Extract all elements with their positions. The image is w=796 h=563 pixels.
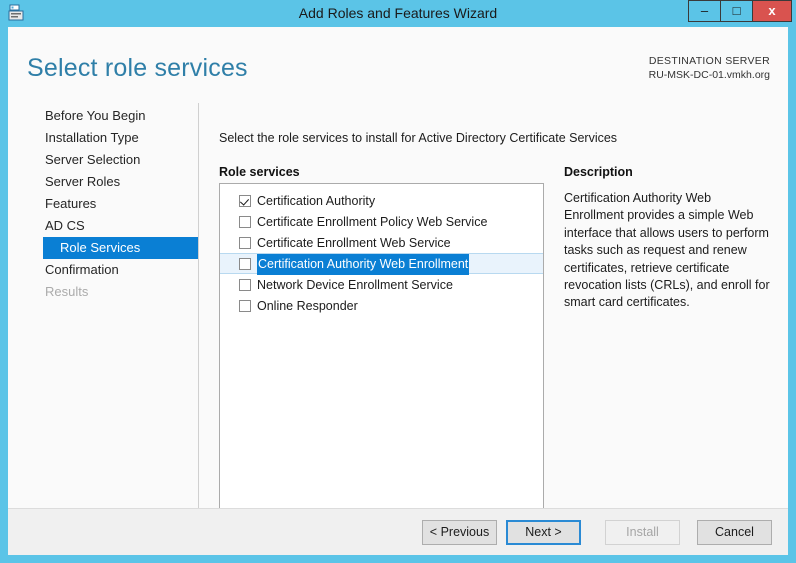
cancel-button[interactable]: Cancel (697, 520, 772, 545)
next-button[interactable]: Next > (506, 520, 581, 545)
role-services-label: Role services (219, 165, 300, 179)
sidebar-item-role-services[interactable]: Role Services (43, 237, 198, 259)
close-button[interactable]: x (752, 0, 792, 22)
list-item[interactable]: Certification Authority (220, 190, 543, 211)
list-item-label: Certificate Enrollment Policy Web Servic… (257, 215, 488, 229)
checkbox-icon[interactable] (239, 279, 251, 291)
list-item-label: Certification Authority Web Enrollment (257, 254, 470, 275)
wizard-nav-list: Before You Begin Installation Type Serve… (8, 105, 198, 303)
previous-button[interactable]: < Previous (422, 520, 497, 545)
description-body: Certification Authority Web Enrollment p… (564, 191, 770, 310)
list-item[interactable]: Online Responder (220, 295, 543, 316)
list-item-label: Online Responder (257, 299, 358, 313)
window-title: Add Roles and Features Wizard (298, 5, 498, 21)
maximize-button[interactable]: □ (720, 0, 753, 22)
checkbox-icon[interactable] (239, 300, 251, 312)
destination-server-label: DESTINATION SERVER (648, 55, 770, 67)
list-item-label: Certification Authority (257, 194, 376, 208)
sidebar-item-ad-cs[interactable]: AD CS (43, 215, 198, 237)
sidebar-item-server-selection[interactable]: Server Selection (43, 149, 198, 171)
nav-content-divider (198, 103, 199, 530)
list-item-label: Certificate Enrollment Web Service (257, 236, 451, 250)
sidebar-item-features[interactable]: Features (43, 193, 198, 215)
checkbox-icon[interactable] (239, 216, 251, 228)
role-services-listbox[interactable]: Certification Authority Certificate Enro… (219, 183, 544, 513)
sidebar-item-server-roles[interactable]: Server Roles (43, 171, 198, 193)
sidebar-item-confirmation[interactable]: Confirmation (43, 259, 198, 281)
title-bar: Add Roles and Features Wizard – □ x (0, 0, 796, 27)
minimize-button[interactable]: – (688, 0, 721, 22)
checkbox-icon[interactable] (239, 258, 251, 270)
page-title: Select role services (27, 54, 248, 82)
destination-server-block: DESTINATION SERVER RU-MSK-DC-01.vmkh.org (649, 54, 770, 82)
list-item[interactable]: Certificate Enrollment Web Service (220, 232, 543, 253)
list-item[interactable]: Certificate Enrollment Policy Web Servic… (220, 211, 543, 232)
sidebar-item-installation-type[interactable]: Installation Type (43, 127, 198, 149)
install-button: Install (605, 520, 680, 545)
destination-server-name: RU-MSK-DC-01.vmkh.org (648, 69, 770, 81)
list-item-label: Network Device Enrollment Service (257, 278, 453, 292)
description-title: Description (564, 165, 633, 179)
sidebar-item-before-you-begin[interactable]: Before You Begin (43, 105, 198, 127)
client-area: Select role services DESTINATION SERVER … (8, 27, 788, 555)
sidebar-item-results: Results (45, 284, 89, 299)
checkbox-icon[interactable] (239, 237, 251, 249)
list-item-selected[interactable]: Certification Authority Web Enrollment (220, 253, 543, 275)
instruction-text: Select the role services to install for … (219, 131, 618, 145)
checkbox-icon[interactable] (239, 195, 251, 207)
footer-bar: < Previous Next > Install Cancel (8, 508, 788, 555)
wizard-window: Add Roles and Features Wizard – □ x Sele… (0, 0, 796, 563)
list-item[interactable]: Network Device Enrollment Service (220, 274, 543, 295)
